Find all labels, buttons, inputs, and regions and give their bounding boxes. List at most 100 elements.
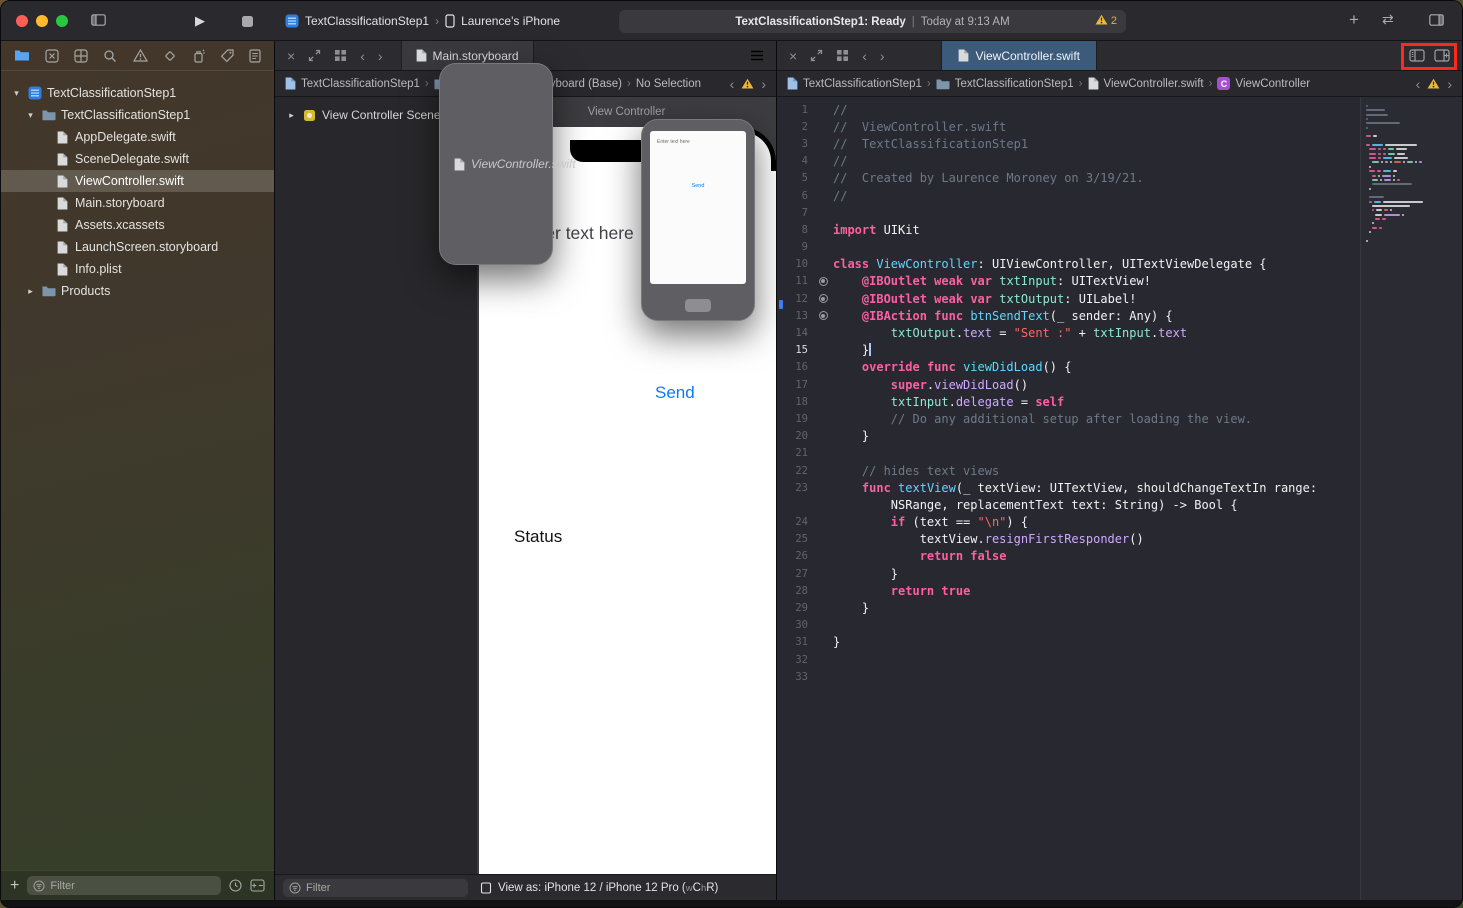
code-line[interactable]: 33	[777, 668, 1358, 685]
warning-icon[interactable]	[741, 78, 754, 89]
add-editor-icon[interactable]	[1434, 49, 1450, 62]
breadcrumb-item-textclassificationstep1[interactable]: TextClassificationStep1	[803, 78, 922, 90]
code-line[interactable]: 14 txtOutput.text = "Sent :" + txtInput.…	[777, 324, 1358, 341]
breadcrumb-item-no-selection[interactable]: No Selection	[636, 78, 701, 90]
breakpoint-navigator-icon[interactable]	[220, 49, 234, 63]
scene-label[interactable]: View Controller Scene	[322, 108, 441, 122]
scheme-project-label[interactable]: TextClassificationStep1	[305, 14, 429, 28]
tab-viewcontroller-swift[interactable]: ViewController.swift	[439, 63, 553, 265]
line-number[interactable]: 4	[777, 155, 813, 167]
code-line[interactable]: 12 @IBOutlet weak var txtOutput: UILabel…	[777, 290, 1358, 307]
status-label[interactable]: Status	[514, 527, 562, 547]
debug-navigator-icon[interactable]	[192, 49, 205, 63]
disclosure-icon[interactable]: ▾	[11, 88, 22, 99]
minimap[interactable]	[1360, 97, 1462, 900]
line-number[interactable]: 24	[777, 516, 813, 528]
line-number[interactable]: 14	[777, 327, 813, 339]
line-number[interactable]: 27	[777, 568, 813, 580]
stop-button[interactable]	[242, 16, 253, 27]
code-line[interactable]: 23 func textView(_ textView: UITextView,…	[777, 479, 1358, 496]
code-line[interactable]: 8import UIKit	[777, 221, 1358, 238]
line-number[interactable]: 13	[777, 310, 813, 322]
tree-item-assets-xcassets[interactable]: Assets.xcassets	[1, 214, 274, 236]
line-number[interactable]: 11	[777, 275, 813, 287]
code-line[interactable]: 17 super.viewDidLoad()	[777, 376, 1358, 393]
tree-item-textclassificationstep1[interactable]: ▾TextClassificationStep1	[1, 104, 274, 126]
back-icon[interactable]: ‹	[862, 49, 867, 63]
breadcrumb-item-viewcontroller-swift[interactable]: ViewController.swift	[1104, 78, 1204, 90]
device-preview-window[interactable]: Enter text here Send	[641, 119, 755, 321]
code-line[interactable]: 27 }	[777, 565, 1358, 582]
close-editor-icon[interactable]: ×	[287, 49, 295, 63]
tab-viewcontroller-swift[interactable]: ViewController.swift	[941, 41, 1097, 70]
symbol-navigator-icon[interactable]	[74, 49, 88, 63]
line-number[interactable]: 28	[777, 585, 813, 597]
scheme-selector[interactable]: TextClassificationStep1 › Laurence's iPh…	[285, 11, 560, 31]
code-line[interactable]: 31}	[777, 634, 1358, 651]
tree-item-viewcontroller-swift[interactable]: ViewController.swift	[1, 170, 274, 192]
code-line[interactable]: 13 @IBAction func btnSendText(_ sender: …	[777, 307, 1358, 324]
warning-icon[interactable]	[1427, 78, 1440, 89]
minimize-window-button[interactable]	[36, 15, 48, 27]
code-line[interactable]: 29 }	[777, 599, 1358, 616]
line-number[interactable]: 18	[777, 396, 813, 408]
code-line[interactable]: 3// TextClassificationStep1	[777, 135, 1358, 152]
outlet-connection-icon[interactable]	[813, 294, 833, 303]
breadcrumb-item-textclassificationstep1[interactable]: TextClassificationStep1	[955, 78, 1074, 90]
line-number[interactable]: 32	[777, 654, 813, 666]
code-line[interactable]: 25 textView.resignFirstResponder()	[777, 531, 1358, 548]
line-number[interactable]: 5	[777, 172, 813, 184]
line-number[interactable]: 3	[777, 138, 813, 150]
library-add-icon[interactable]: +	[1349, 11, 1359, 28]
line-number[interactable]: 30	[777, 619, 813, 631]
line-number[interactable]: 7	[777, 207, 813, 219]
issue-navigator-icon[interactable]	[133, 49, 148, 62]
line-number[interactable]: 1	[777, 104, 813, 116]
line-number[interactable]: 31	[777, 636, 813, 648]
breadcrumb-item-textclassificationstep1[interactable]: TextClassificationStep1	[301, 78, 420, 90]
expand-editor-icon[interactable]	[308, 49, 321, 62]
recent-files-filter-icon[interactable]	[229, 879, 242, 892]
line-number[interactable]: 15	[777, 344, 813, 356]
swap-arrows-icon[interactable]: ⇄	[1382, 12, 1394, 26]
view-as-control[interactable]: View as: iPhone 12 / iPhone 12 Pro (wC h…	[480, 882, 718, 894]
warning-count-badge[interactable]: 2	[1095, 14, 1117, 28]
tab-overview-icon[interactable]	[334, 49, 347, 62]
tree-item-info-plist[interactable]: Info.plist	[1, 258, 274, 280]
tree-item-scenedelegate-swift[interactable]: SceneDelegate.swift	[1, 148, 274, 170]
line-number[interactable]: 22	[777, 465, 813, 477]
back-icon[interactable]: ‹	[360, 49, 365, 63]
editor-options-icon[interactable]	[750, 50, 764, 61]
code-line[interactable]: 18 txtInput.delegate = self	[777, 393, 1358, 410]
breadcrumb-item-viewcontroller[interactable]: ViewController	[1235, 78, 1310, 90]
code-line[interactable]: 20 }	[777, 428, 1358, 445]
outlet-connection-icon[interactable]	[813, 277, 833, 286]
add-file-button[interactable]: +	[10, 878, 19, 894]
line-number[interactable]: 16	[777, 361, 813, 373]
tree-item-products[interactable]: ▸Products	[1, 280, 274, 302]
line-number[interactable]: 29	[777, 602, 813, 614]
close-editor-icon[interactable]: ×	[789, 49, 797, 63]
find-navigator-icon[interactable]	[103, 49, 117, 63]
adjust-editor-options-icon[interactable]	[1409, 49, 1425, 62]
code-line[interactable]: 9	[777, 239, 1358, 256]
tree-item-main-storyboard[interactable]: Main.storyboard	[1, 192, 274, 214]
code-line[interactable]: 2// ViewController.swift	[777, 118, 1358, 135]
send-button[interactable]: Send	[655, 383, 695, 403]
code-line[interactable]: 30	[777, 617, 1358, 634]
code-line[interactable]: 19 // Do any additional setup after load…	[777, 410, 1358, 427]
line-number[interactable]: 9	[777, 241, 813, 253]
code-line[interactable]: 21	[777, 445, 1358, 462]
line-number[interactable]: 6	[777, 190, 813, 202]
line-number[interactable]: 17	[777, 379, 813, 391]
line-number[interactable]: 23	[777, 482, 813, 494]
report-navigator-icon[interactable]	[249, 49, 261, 63]
outlet-connection-icon[interactable]	[813, 311, 833, 320]
line-number[interactable]: 2	[777, 121, 813, 133]
code-line[interactable]: 1//	[777, 101, 1358, 118]
code-line[interactable]: 10class ViewController: UIViewController…	[777, 256, 1358, 273]
code-line[interactable]: NSRange, replacementText text: String) -…	[777, 496, 1358, 513]
line-number[interactable]: 33	[777, 671, 813, 683]
toggle-navigator-icon[interactable]	[91, 14, 106, 29]
toggle-inspectors-icon[interactable]	[1429, 14, 1444, 29]
